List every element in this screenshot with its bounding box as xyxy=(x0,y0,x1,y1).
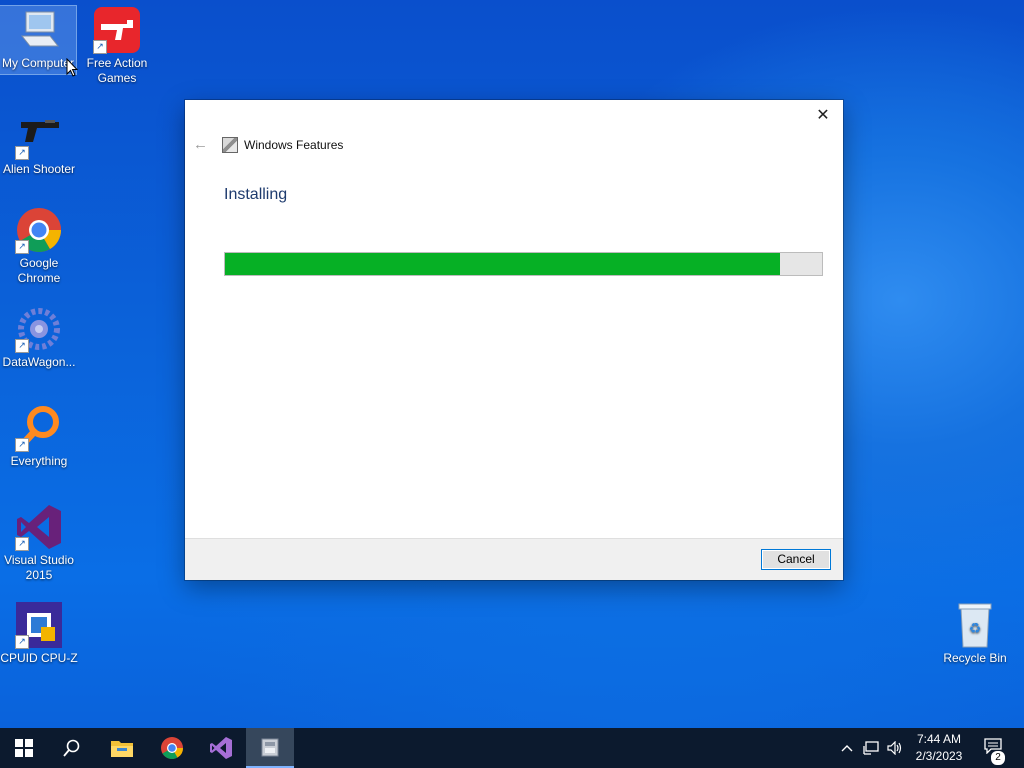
windows-features-icon xyxy=(261,738,279,757)
dialog-title-row: Windows Features xyxy=(222,137,343,153)
desktop-icon-datawagon[interactable]: ↗ DataWagon... xyxy=(0,305,78,370)
install-progress-bar xyxy=(224,252,823,276)
desktop-icon-label: Google Chrome xyxy=(17,256,61,285)
start-button[interactable] xyxy=(0,728,48,768)
network-icon xyxy=(863,741,879,755)
desktop-icon-cpuid-cpu-z[interactable]: ↗ CPUID CPU-Z xyxy=(0,601,78,666)
search-button[interactable] xyxy=(48,728,96,768)
windows-logo-icon xyxy=(15,739,33,757)
taskbar-clock[interactable]: 7:44 AM 2/3/2023 xyxy=(908,731,970,765)
show-hidden-icons-button[interactable] xyxy=(838,728,856,768)
volume-button[interactable] xyxy=(884,728,906,768)
desktop-icon-label: My Computer xyxy=(1,56,75,70)
shortcut-arrow-icon: ↗ xyxy=(15,438,29,452)
svg-text:♻: ♻ xyxy=(969,621,982,637)
windows-features-dialog: ✕ ← Windows Features Installing Cancel xyxy=(185,100,843,580)
visual-studio-icon xyxy=(210,737,232,759)
shortcut-arrow-icon: ↗ xyxy=(15,635,29,649)
desktop-icon-label: DataWagon... xyxy=(2,355,76,369)
chrome-icon xyxy=(161,737,183,759)
datawagon-icon: ↗ xyxy=(15,305,63,353)
shortcut-arrow-icon: ↗ xyxy=(15,339,29,353)
speaker-icon xyxy=(887,741,902,755)
desktop-icon-label: Visual Studio 2015 xyxy=(4,553,74,582)
desktop-icon-recycle-bin[interactable]: ♻ Recycle Bin xyxy=(936,601,1014,666)
taskbar: 7:44 AM 2/3/2023 2 xyxy=(0,728,1024,768)
pistol-icon: ↗ xyxy=(15,112,63,160)
cancel-button[interactable]: Cancel xyxy=(761,549,831,570)
cpu-icon: ↗ xyxy=(15,601,63,649)
search-icon xyxy=(63,739,80,757)
visual-studio-icon: ↗ xyxy=(15,503,63,551)
progress-fill xyxy=(225,253,781,275)
desktop-icon-visual-studio[interactable]: ↗ Visual Studio 2015 xyxy=(0,503,78,583)
notification-badge: 2 xyxy=(990,750,1006,766)
clock-date: 2/3/2023 xyxy=(915,749,963,763)
chrome-icon: ↗ xyxy=(15,206,63,254)
taskbar-windows-features[interactable] xyxy=(246,728,294,768)
clock-time: 7:44 AM xyxy=(916,732,962,746)
magnifier-icon: ↗ xyxy=(15,404,63,452)
folder-icon xyxy=(111,741,133,757)
desktop-icon-label: Recycle Bin xyxy=(943,651,1007,665)
desktop-icon-label: Everything xyxy=(10,454,68,468)
desktop-icon-google-chrome[interactable]: ↗ Google Chrome xyxy=(0,206,78,286)
taskbar-visual-studio[interactable] xyxy=(197,728,245,768)
desktop-icon-everything[interactable]: ↗ Everything xyxy=(0,404,78,469)
windows-features-icon xyxy=(222,137,238,153)
mouse-cursor-icon xyxy=(66,58,78,77)
desktop-icon-label: CPUID CPU-Z xyxy=(0,651,78,665)
shortcut-arrow-icon: ↗ xyxy=(15,537,29,551)
installing-heading: Installing xyxy=(224,186,288,203)
desktop-icon-my-computer[interactable]: My Computer xyxy=(0,5,77,75)
desktop-icon-alien-shooter[interactable]: ↗ Alien Shooter xyxy=(0,112,78,177)
shortcut-arrow-icon: ↗ xyxy=(15,240,29,254)
desktop-icon-free-action-games[interactable]: ↗ Free Action Games xyxy=(78,6,156,86)
taskbar-chrome[interactable] xyxy=(148,728,196,768)
close-button[interactable]: ✕ xyxy=(809,105,837,127)
chevron-up-icon xyxy=(841,745,853,752)
desktop-icon-label: Alien Shooter xyxy=(2,162,76,176)
computer-icon xyxy=(14,6,62,54)
dialog-footer: Cancel xyxy=(185,538,843,580)
gun-icon: ↗ xyxy=(93,6,141,54)
network-button[interactable] xyxy=(860,728,882,768)
taskbar-file-explorer[interactable] xyxy=(98,728,146,768)
shortcut-arrow-icon: ↗ xyxy=(15,146,29,160)
back-arrow-icon[interactable]: ← xyxy=(193,136,208,153)
desktop-icon-label: Free Action Games xyxy=(86,56,148,85)
recycle-bin-icon: ♻ xyxy=(951,601,999,649)
dialog-title: Windows Features xyxy=(244,138,344,152)
shortcut-arrow-icon: ↗ xyxy=(93,40,107,54)
